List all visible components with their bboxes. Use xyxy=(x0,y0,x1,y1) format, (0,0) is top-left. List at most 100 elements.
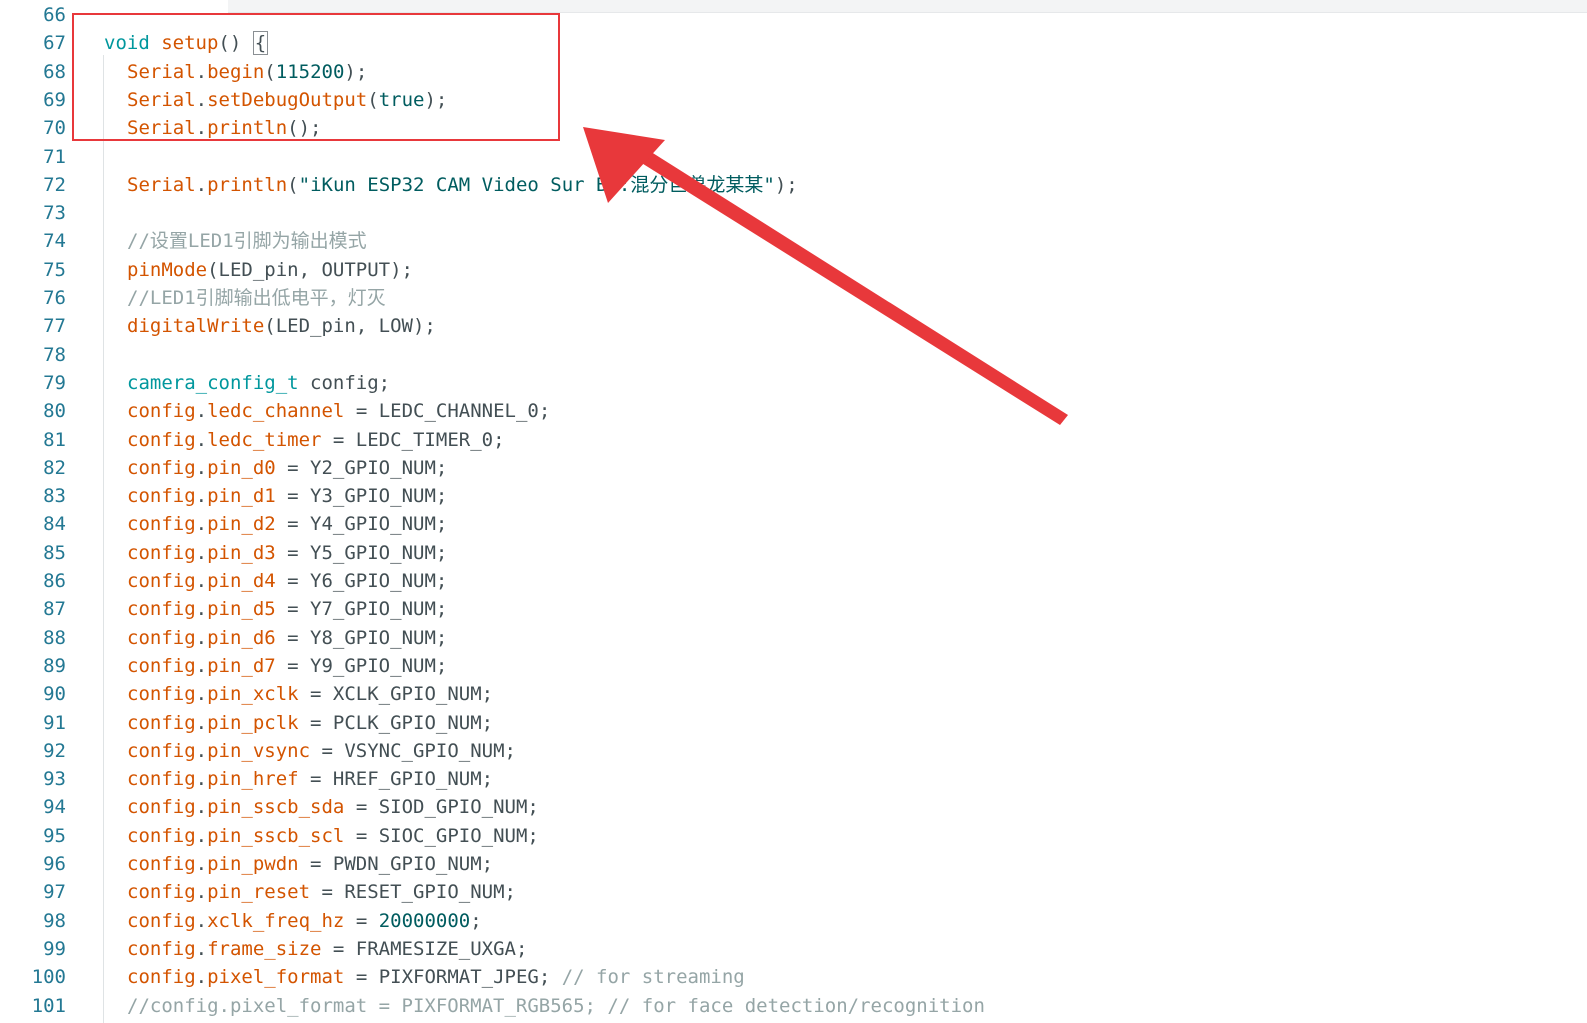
code-text: config.pin_d0 = Y2_GPIO_NUM; xyxy=(127,454,447,482)
code-text: config.pin_d4 = Y6_GPIO_NUM; xyxy=(127,567,447,595)
code-token: digitalWrite xyxy=(127,315,265,338)
code-line[interactable]: 95 config.pin_sscb_scl = SIOC_GPIO_NUM; xyxy=(0,822,1587,850)
code-line[interactable]: 90 config.pin_xclk = XCLK_GPIO_NUM; xyxy=(0,680,1587,708)
code-text: config.pin_d2 = Y4_GPIO_NUM; xyxy=(127,510,447,538)
code-text: //LED1引脚输出低电平，灯灭 xyxy=(127,284,386,312)
code-token: = Y4_GPIO_NUM; xyxy=(275,513,448,536)
line-number: 101 xyxy=(31,994,66,1017)
code-token: . xyxy=(195,937,208,960)
code-line[interactable]: 78 xyxy=(0,341,1587,369)
line-number: 92 xyxy=(43,739,66,762)
code-line[interactable]: 99 config.frame_size = FRAMESIZE_UXGA; xyxy=(0,935,1587,963)
line-number: 91 xyxy=(43,711,66,734)
code-token: pin_vsync xyxy=(207,739,311,762)
code-token: ledc_channel xyxy=(207,400,345,423)
code-token: . xyxy=(195,796,208,819)
code-text: config.pin_d3 = Y5_GPIO_NUM; xyxy=(127,539,447,567)
line-number: 82 xyxy=(43,456,66,479)
code-token: = Y8_GPIO_NUM; xyxy=(275,626,448,649)
code-line[interactable]: 94 config.pin_sscb_sda = SIOD_GPIO_NUM; xyxy=(0,793,1587,821)
code-line[interactable]: 81 config.ledc_timer = LEDC_TIMER_0; xyxy=(0,426,1587,454)
code-line[interactable]: 88 config.pin_d6 = Y8_GPIO_NUM; xyxy=(0,624,1587,652)
code-token: (LED_pin, LOW); xyxy=(264,315,436,338)
code-text: config.pin_vsync = VSYNC_GPIO_NUM; xyxy=(127,737,516,765)
code-text: pinMode(LED_pin, OUTPUT); xyxy=(127,256,413,284)
code-token: pin_reset xyxy=(207,881,311,904)
code-text: config.xclk_freq_hz = 20000000; xyxy=(127,907,482,935)
code-line[interactable]: 91 config.pin_pclk = PCLK_GPIO_NUM; xyxy=(0,709,1587,737)
code-line[interactable]: 96 config.pin_pwdn = PWDN_GPIO_NUM; xyxy=(0,850,1587,878)
code-line[interactable]: 92 config.pin_vsync = VSYNC_GPIO_NUM; xyxy=(0,737,1587,765)
line-number: 89 xyxy=(43,654,66,677)
code-line[interactable]: 87 config.pin_d5 = Y7_GPIO_NUM; xyxy=(0,595,1587,623)
code-token: 分 xyxy=(649,173,669,196)
code-line[interactable]: 100 config.pixel_format = PIXFORMAT_JPEG;… xyxy=(0,963,1587,991)
code-token: . xyxy=(195,909,208,932)
code-token: config xyxy=(127,485,196,508)
code-line[interactable]: 98 config.xclk_freq_hz = 20000000; xyxy=(0,907,1587,935)
line-number: 98 xyxy=(43,909,66,932)
code-token: = PIXFORMAT_JPEG; xyxy=(344,966,562,989)
code-line[interactable]: 73 xyxy=(0,199,1587,227)
code-line[interactable]: 97 config.pin_reset = RESET_GPIO_NUM; xyxy=(0,878,1587,906)
code-token: . xyxy=(195,173,208,196)
code-token: config xyxy=(127,428,196,451)
line-number: 70 xyxy=(43,117,66,140)
code-token: . xyxy=(195,824,208,847)
code-token: . xyxy=(195,768,208,791)
code-editor[interactable]: 66 67 void setup() {68 Serial.begin(115200)… xyxy=(0,0,1587,1023)
code-line[interactable]: 75 pinMode(LED_pin, OUTPUT); xyxy=(0,256,1587,284)
code-token: //设置LED1引脚为输出模式 xyxy=(127,230,367,253)
code-text: digitalWrite(LED_pin, LOW); xyxy=(127,312,436,340)
code-token: Serial xyxy=(127,173,196,196)
code-token: = Y7_GPIO_NUM; xyxy=(275,598,448,621)
code-token: config; xyxy=(298,371,391,394)
code-line[interactable]: 74 //设置LED1引脚为输出模式 xyxy=(0,227,1587,255)
code-token: = SIOC_GPIO_NUM; xyxy=(344,824,539,847)
code-token: 20000000 xyxy=(378,909,471,932)
code-text: config.pin_href = HREF_GPIO_NUM; xyxy=(127,765,493,793)
code-token: = XCLK_GPIO_NUM; xyxy=(298,683,494,706)
code-token: //LED1引脚输出低电平，灯灭 xyxy=(127,287,386,309)
code-line[interactable]: 85 config.pin_d3 = Y5_GPIO_NUM; xyxy=(0,539,1587,567)
code-token: camera_config_t xyxy=(127,371,299,394)
code-token: . xyxy=(195,711,208,734)
code-token: pin_d4 xyxy=(207,570,276,592)
code-text: Serial.println("iKun ESP32 CAM Video Sur… xyxy=(127,171,798,199)
code-line[interactable]: 72 Serial.println("iKun ESP32 CAM Video S… xyxy=(0,171,1587,199)
code-line[interactable]: 80 config.ledc_channel = LEDC_CHANNEL_0; xyxy=(0,397,1587,425)
code-token: 巨兽龙某某" xyxy=(668,173,775,196)
code-token: "iKun ESP32 CAM Video Sur By:混 xyxy=(298,173,650,196)
code-line[interactable]: 86 config.pin_d4 = Y6_GPIO_NUM; xyxy=(0,567,1587,595)
code-line[interactable]: 101 //config.pixel_format = PIXFORMAT_RGB… xyxy=(0,992,1587,1020)
code-text: config.ledc_timer = LEDC_TIMER_0; xyxy=(127,426,505,454)
code-token: ( xyxy=(287,173,299,196)
code-line[interactable]: 76 //LED1引脚输出低电平，灯灭 xyxy=(0,284,1587,312)
code-token: pin_d1 xyxy=(207,485,276,508)
code-token: config xyxy=(127,711,196,734)
code-text: config.pin_d6 = Y8_GPIO_NUM; xyxy=(127,624,447,652)
code-token: frame_size xyxy=(207,937,322,960)
code-line[interactable]: 77 digitalWrite(LED_pin, LOW); xyxy=(0,312,1587,340)
code-line[interactable]: 89 config.pin_d7 = Y9_GPIO_NUM; xyxy=(0,652,1587,680)
code-line[interactable]: 83 config.pin_d1 = Y3_GPIO_NUM; xyxy=(0,482,1587,510)
code-line[interactable]: 79 camera_config_t config; xyxy=(0,369,1587,397)
code-token: = Y3_GPIO_NUM; xyxy=(275,485,448,508)
code-token: . xyxy=(195,541,208,564)
code-line[interactable]: 93 config.pin_href = HREF_GPIO_NUM; xyxy=(0,765,1587,793)
code-line[interactable]: 84 config.pin_d2 = Y4_GPIO_NUM; xyxy=(0,510,1587,538)
code-text: config.pin_sscb_scl = SIOC_GPIO_NUM; xyxy=(127,822,539,850)
code-token: config xyxy=(127,400,196,423)
code-text: //config.pixel_format = PIXFORMAT_RGB565… xyxy=(127,992,985,1020)
line-number: 66 xyxy=(43,4,66,26)
code-line[interactable]: 82 config.pin_d0 = Y2_GPIO_NUM; xyxy=(0,454,1587,482)
code-token: config xyxy=(127,570,196,592)
line-number: 73 xyxy=(43,202,66,225)
code-token: pin_d2 xyxy=(207,513,276,536)
line-number: 67 xyxy=(43,32,66,55)
code-line[interactable]: 71 xyxy=(0,143,1587,171)
line-number: 80 xyxy=(43,400,66,423)
code-token: = Y5_GPIO_NUM; xyxy=(275,541,448,564)
code-token: . xyxy=(195,853,208,875)
code-token: = PCLK_GPIO_NUM; xyxy=(298,711,494,734)
